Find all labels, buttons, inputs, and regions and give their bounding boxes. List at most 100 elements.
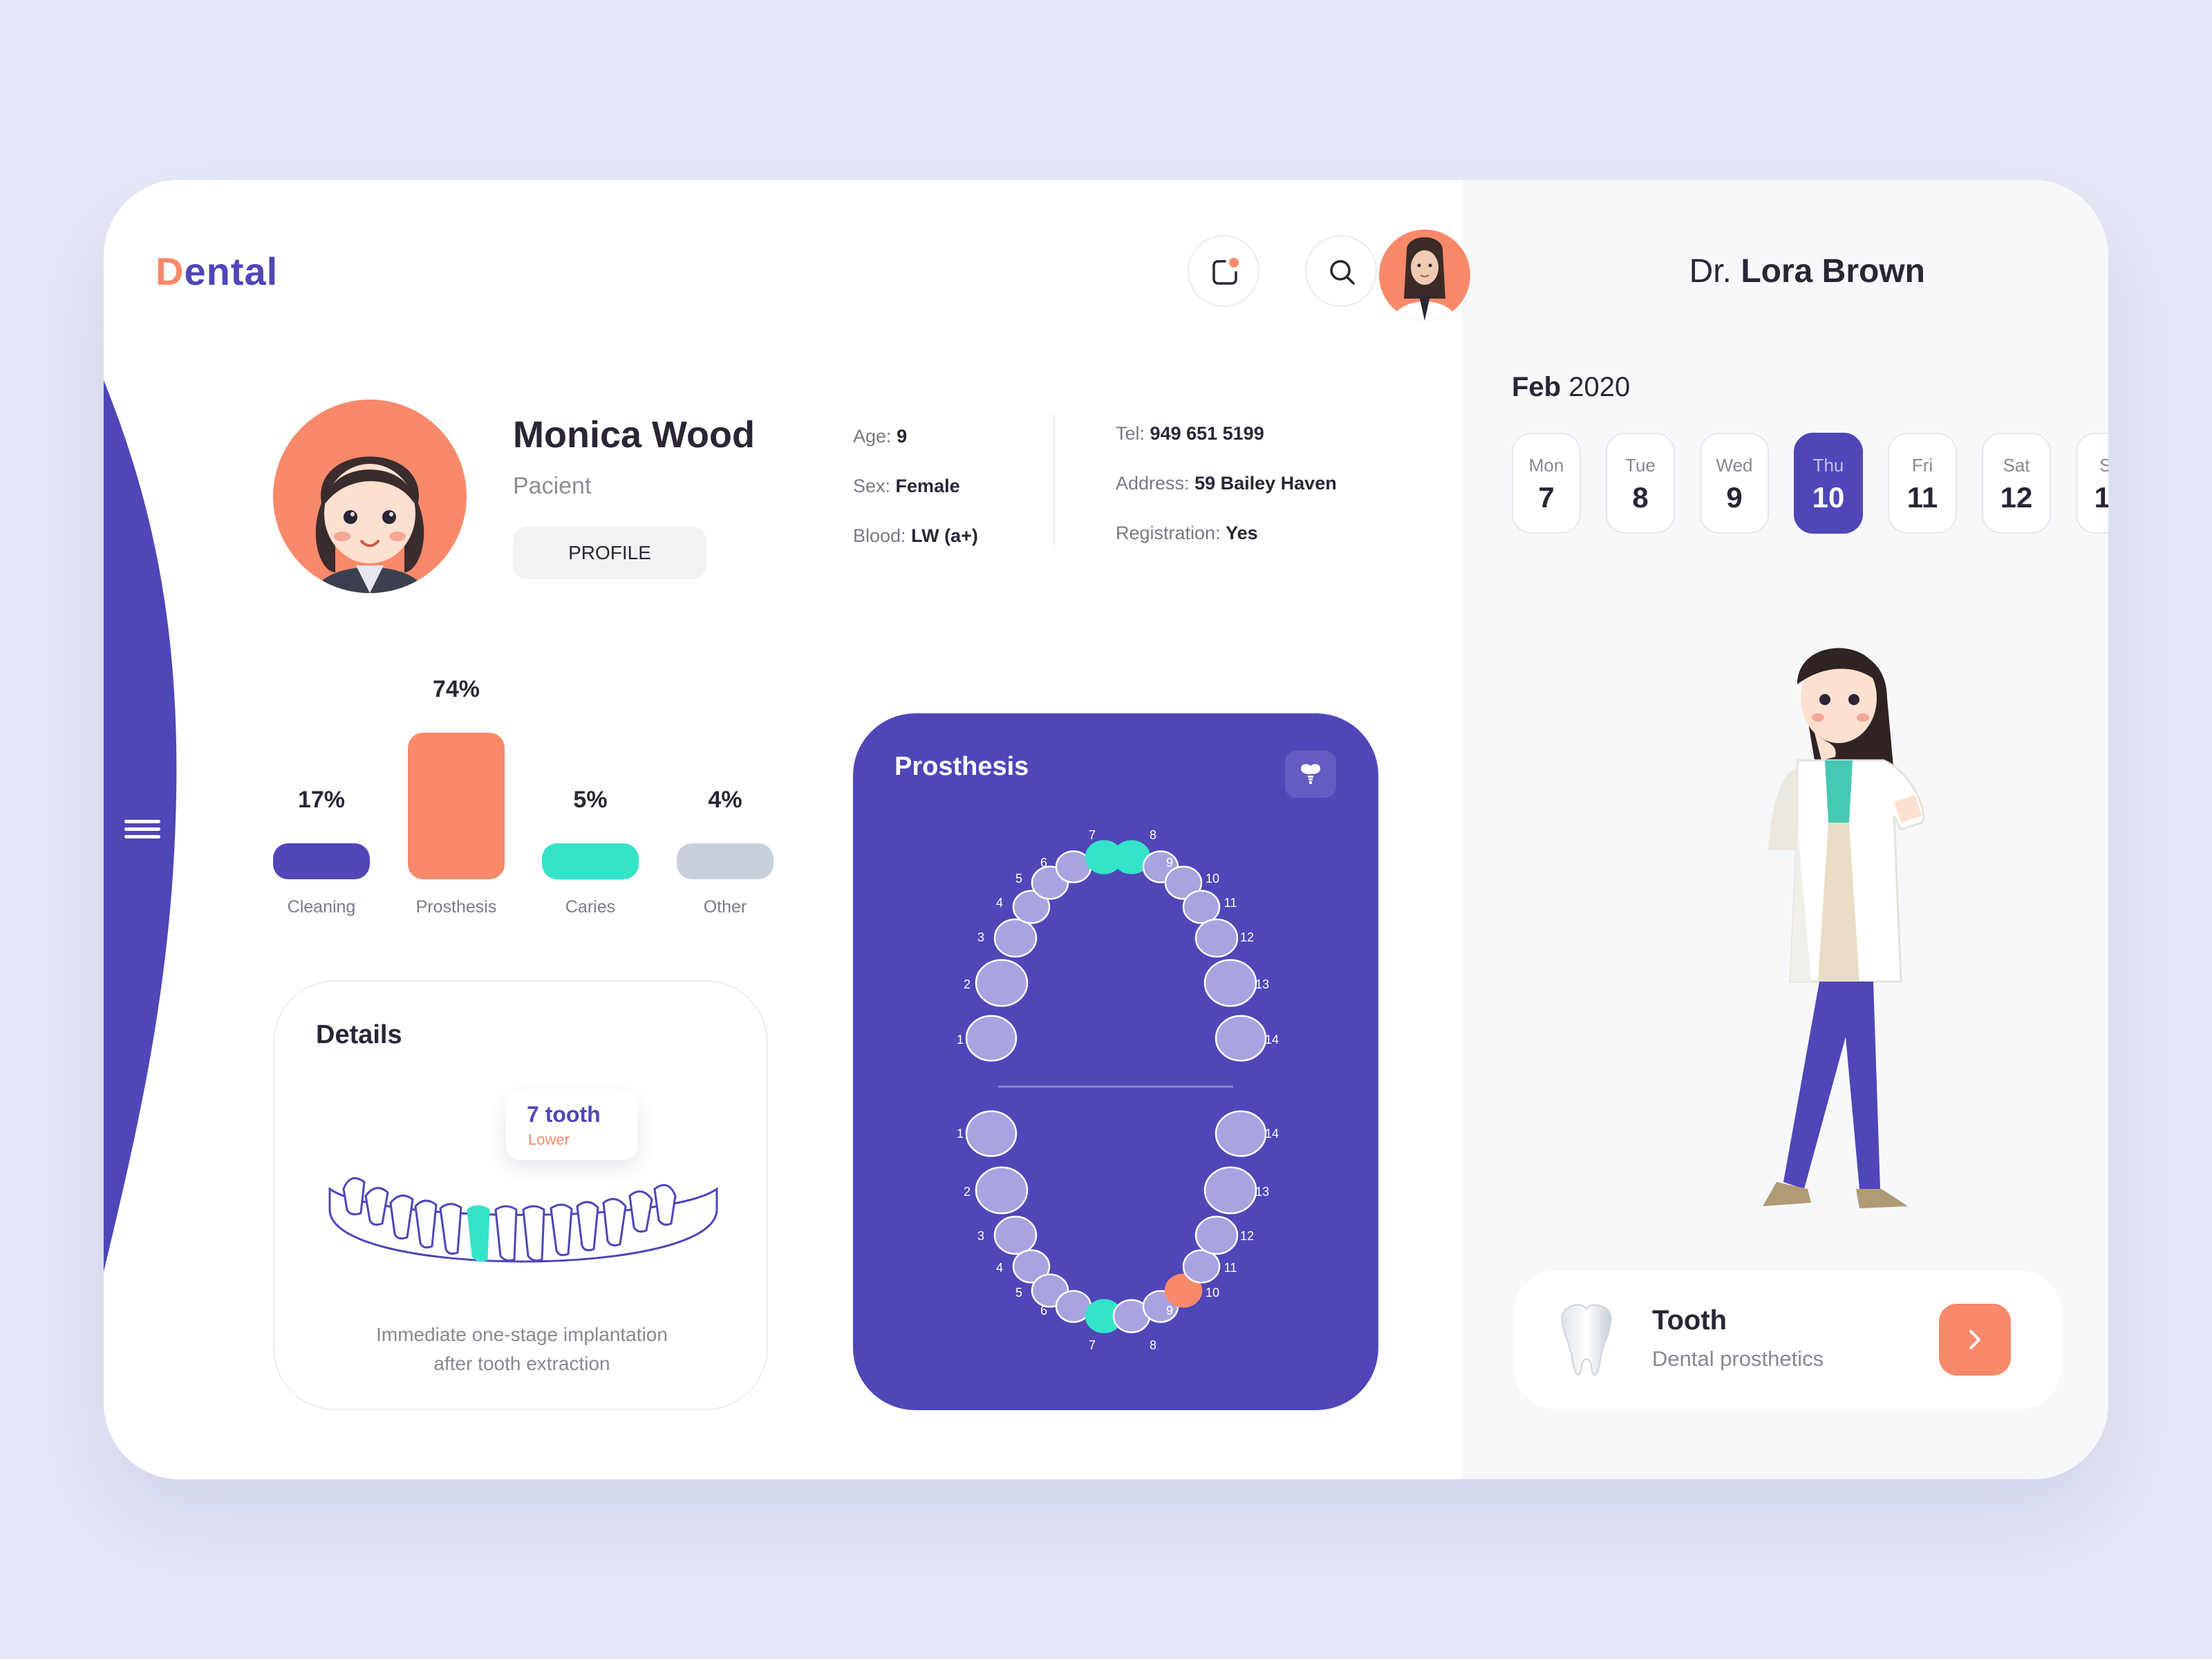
notification-icon bbox=[1212, 258, 1239, 285]
upper-tooth-label: 14 bbox=[1265, 1033, 1279, 1047]
patient-avatar bbox=[273, 400, 467, 593]
calendar-day-date: 13 bbox=[2094, 481, 2108, 514]
lower-tooth-13[interactable] bbox=[1203, 1166, 1257, 1215]
lower-tooth-label: 5 bbox=[1015, 1286, 1022, 1300]
next-button[interactable] bbox=[1939, 1304, 2011, 1376]
calendar-day-name: Tue bbox=[1625, 455, 1656, 476]
calendar-day-date: 7 bbox=[1538, 481, 1555, 514]
notification-button[interactable] bbox=[1188, 235, 1259, 307]
tooltip-subtitle: Lower bbox=[528, 1131, 570, 1148]
upper-tooth-13[interactable] bbox=[1203, 959, 1257, 1007]
lower-tooth-label: 7 bbox=[1089, 1338, 1096, 1352]
stat-percent-caries: 5% bbox=[573, 787, 608, 813]
lower-tooth-label: 13 bbox=[1255, 1185, 1269, 1199]
stat-bar-other[interactable] bbox=[677, 843, 774, 879]
upper-tooth-label: 8 bbox=[1150, 828, 1156, 842]
tooth-card[interactable]: Tooth Dental prosthetics bbox=[1514, 1271, 2061, 1409]
lower-tooth-label: 14 bbox=[1265, 1127, 1279, 1141]
lower-tooth-11[interactable] bbox=[1182, 1249, 1221, 1284]
upper-tooth-12[interactable] bbox=[1194, 918, 1239, 958]
chevron-right-icon bbox=[1969, 1330, 1980, 1349]
info-registration: Registration: Yes bbox=[1116, 523, 1258, 543]
upper-tooth-label: 2 bbox=[964, 977, 971, 991]
stat-bar-caries[interactable] bbox=[542, 843, 639, 879]
stat-bar-cleaning[interactable] bbox=[273, 843, 370, 879]
calendar-day-date: 10 bbox=[1812, 481, 1845, 514]
lower-tooth-label: 4 bbox=[996, 1261, 1003, 1275]
stat-label-prosthesis: Prosthesis bbox=[415, 897, 497, 917]
lower-tooth-label: 12 bbox=[1240, 1229, 1254, 1243]
calendar-day-7[interactable]: Mon 7 bbox=[1512, 433, 1581, 534]
doctor-avatar[interactable] bbox=[1379, 229, 1470, 321]
lower-tooth-1[interactable] bbox=[965, 1110, 1018, 1157]
calendar-day-8[interactable]: Tue 8 bbox=[1606, 433, 1675, 534]
tooltip-title: 7 tooth bbox=[527, 1102, 601, 1127]
info-age: Age: 9 bbox=[853, 426, 908, 447]
calendar-day-9[interactable]: Wed 9 bbox=[1700, 433, 1769, 534]
calendar-day-date: 8 bbox=[1632, 481, 1649, 514]
tooth-card-title: Tooth bbox=[1652, 1305, 1727, 1335]
details-description: Immediate one-stage implantation after to… bbox=[376, 1324, 668, 1374]
upper-tooth-1[interactable] bbox=[965, 1015, 1018, 1062]
info-sex: Sex: Female bbox=[853, 476, 960, 496]
lower-tooth-14[interactable] bbox=[1215, 1110, 1267, 1157]
profile-button[interactable]: PROFILE bbox=[513, 527, 706, 579]
menu-icon[interactable] bbox=[124, 816, 160, 843]
calendar-day-date: 9 bbox=[1726, 481, 1743, 514]
upper-tooth-label: 3 bbox=[977, 930, 984, 944]
lower-tooth-3[interactable] bbox=[993, 1215, 1038, 1255]
prosthesis-card: Prosthesis 1 2 3 4 5 6 7 8 9 10 11 12 13 14 1 2 3 4 5 6 7 8 9 1… bbox=[853, 713, 1378, 1410]
lower-tooth-label: 10 bbox=[1206, 1286, 1219, 1300]
lower-tooth-label: 8 bbox=[1150, 1338, 1156, 1352]
upper-tooth-label: 1 bbox=[957, 1033, 964, 1047]
lower-tooth-2[interactable] bbox=[975, 1166, 1029, 1215]
upper-tooth-label: 5 bbox=[1015, 872, 1022, 885]
jaw-illustration bbox=[328, 1177, 718, 1263]
app-logo: Dental bbox=[156, 250, 279, 293]
search-button[interactable] bbox=[1305, 235, 1377, 307]
tooth-card-subtitle: Dental prosthetics bbox=[1652, 1347, 1824, 1371]
dashboard-card: Dental Monica Wood Pacient PROFILE Age: … bbox=[104, 180, 2108, 1479]
calendar-day-13[interactable]: Su 13 bbox=[2076, 433, 2108, 534]
upper-tooth-14[interactable] bbox=[1215, 1015, 1267, 1062]
upper-tooth-label: 12 bbox=[1240, 930, 1254, 944]
stat-bar-prosthesis[interactable] bbox=[408, 733, 505, 879]
lower-tooth-label: 1 bbox=[957, 1127, 964, 1141]
lower-tooth-label: 11 bbox=[1224, 1261, 1237, 1275]
upper-tooth-label: 13 bbox=[1255, 977, 1269, 991]
calendar-day-name: Thu bbox=[1812, 455, 1844, 476]
patient-role: Pacient bbox=[513, 473, 592, 499]
calendar-day-12[interactable]: Sat 12 bbox=[1982, 433, 2051, 534]
upper-tooth-label: 7 bbox=[1089, 828, 1096, 842]
calendar-day-date: 12 bbox=[2000, 481, 2033, 514]
calendar-day-11[interactable]: Fri 11 bbox=[1888, 433, 1957, 534]
calendar-day-10[interactable]: Thu 10 bbox=[1794, 433, 1863, 534]
doctor-name: Dr. Lora Brown bbox=[1689, 253, 1925, 290]
upper-tooth-label: 6 bbox=[1040, 856, 1047, 870]
info-address: Address: 59 Bailey Haven bbox=[1116, 473, 1337, 494]
calendar-day-name: Mon bbox=[1528, 455, 1564, 476]
doctor-illustration bbox=[1763, 648, 1925, 1208]
tooth-image bbox=[1561, 1304, 1612, 1376]
patient-name: Monica Wood bbox=[513, 414, 755, 456]
calendar-day-date: 11 bbox=[1906, 481, 1938, 514]
lower-tooth-label: 6 bbox=[1040, 1304, 1047, 1318]
calendar-days: Mon 7 Tue 8 Wed 9 Thu 10 Fri 11 Sat 12 Su 13 bbox=[1512, 433, 2108, 536]
calendar-day-name: Sat bbox=[2003, 455, 2030, 476]
stat-percent-other: 4% bbox=[708, 787, 742, 813]
search-icon bbox=[1330, 260, 1355, 285]
upper-tooth-11[interactable] bbox=[1182, 890, 1221, 924]
upper-tooth-3[interactable] bbox=[993, 918, 1038, 958]
calendar-day-name: Su bbox=[2099, 455, 2108, 476]
info-blood: Blood: LW (a+) bbox=[853, 525, 978, 546]
lower-tooth-12[interactable] bbox=[1194, 1215, 1239, 1255]
calendar-day-name: Wed bbox=[1716, 455, 1753, 476]
stat-percent-prosthesis: 74% bbox=[432, 676, 480, 702]
upper-tooth-2[interactable] bbox=[975, 959, 1029, 1007]
stat-label-cleaning: Cleaning bbox=[287, 897, 356, 917]
stat-percent-cleaning: 17% bbox=[297, 787, 346, 813]
calendar-month: Feb 2020 bbox=[1512, 372, 1631, 402]
upper-tooth-label: 9 bbox=[1166, 856, 1173, 870]
details-card: Details 7 tooth Lower Immediate one-stag… bbox=[273, 980, 768, 1410]
stat-label-other: Other bbox=[703, 897, 747, 917]
